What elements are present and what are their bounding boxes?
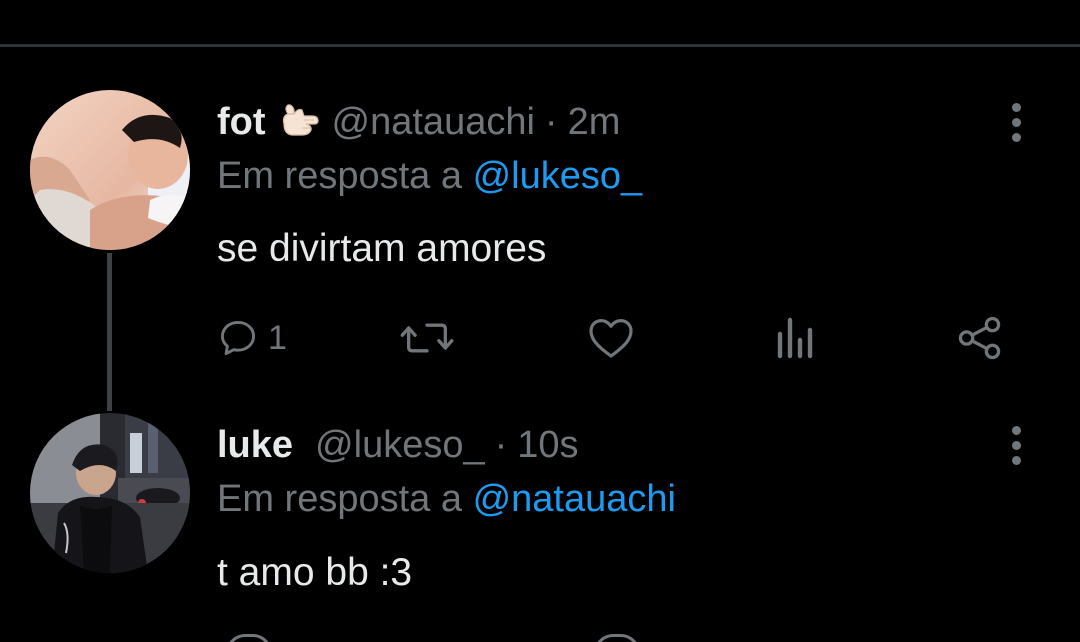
retweet-button[interactable]: [398, 308, 456, 368]
like-button[interactable]: [587, 308, 635, 368]
analytics-icon: [777, 317, 813, 359]
display-name[interactable]: fot: [217, 98, 266, 146]
reply-context: Em resposta a @natauachi: [217, 475, 676, 523]
more-options-icon[interactable]: [996, 421, 1036, 469]
heart-icon: [594, 634, 640, 642]
handle[interactable]: @lukeso_: [315, 421, 485, 469]
views-button[interactable]: [774, 308, 814, 368]
avatar[interactable]: [30, 90, 190, 250]
top-divider: [0, 44, 1080, 47]
retweet-icon: [400, 323, 454, 353]
reply-context: Em resposta a @lukeso_: [217, 152, 642, 200]
call-me-hand-emoji-icon: [278, 102, 322, 142]
share-button[interactable]: [957, 308, 1003, 368]
timestamp[interactable]: 2m: [568, 98, 621, 146]
handle[interactable]: @natauachi: [332, 98, 535, 146]
tweet-header: fot @natauachi · 2m: [217, 98, 620, 146]
share-icon: [958, 316, 1001, 360]
tweet-text: se divirtam amores: [217, 227, 547, 270]
reply-mention-link[interactable]: @lukeso_: [473, 155, 643, 197]
comment-icon: [220, 320, 256, 356]
separator-dot: ·: [494, 424, 508, 466]
heart-icon: [589, 319, 633, 358]
comment-icon: [226, 634, 272, 642]
separator-dot: ·: [544, 101, 558, 143]
tweet-text: t amo bb :3: [217, 551, 413, 594]
avatar-photo-fot: [30, 90, 190, 250]
reply-prefix: Em resposta a: [217, 478, 462, 520]
tweet-actions: 1: [0, 308, 1080, 368]
avatar[interactable]: [30, 413, 190, 573]
timestamp[interactable]: 10s: [517, 421, 578, 469]
reply-count: 1: [268, 318, 287, 357]
more-options-icon[interactable]: [996, 98, 1036, 146]
reply-button[interactable]: 1: [216, 308, 287, 368]
display-name[interactable]: luke: [217, 421, 293, 469]
reply-prefix: Em resposta a: [217, 155, 462, 197]
cut-off-action-bar: [0, 634, 1080, 642]
reply-mention-link[interactable]: @natauachi: [473, 478, 676, 520]
avatar-photo-luke: [30, 413, 190, 573]
tweet-header: luke @lukeso_ · 10s: [217, 421, 579, 469]
